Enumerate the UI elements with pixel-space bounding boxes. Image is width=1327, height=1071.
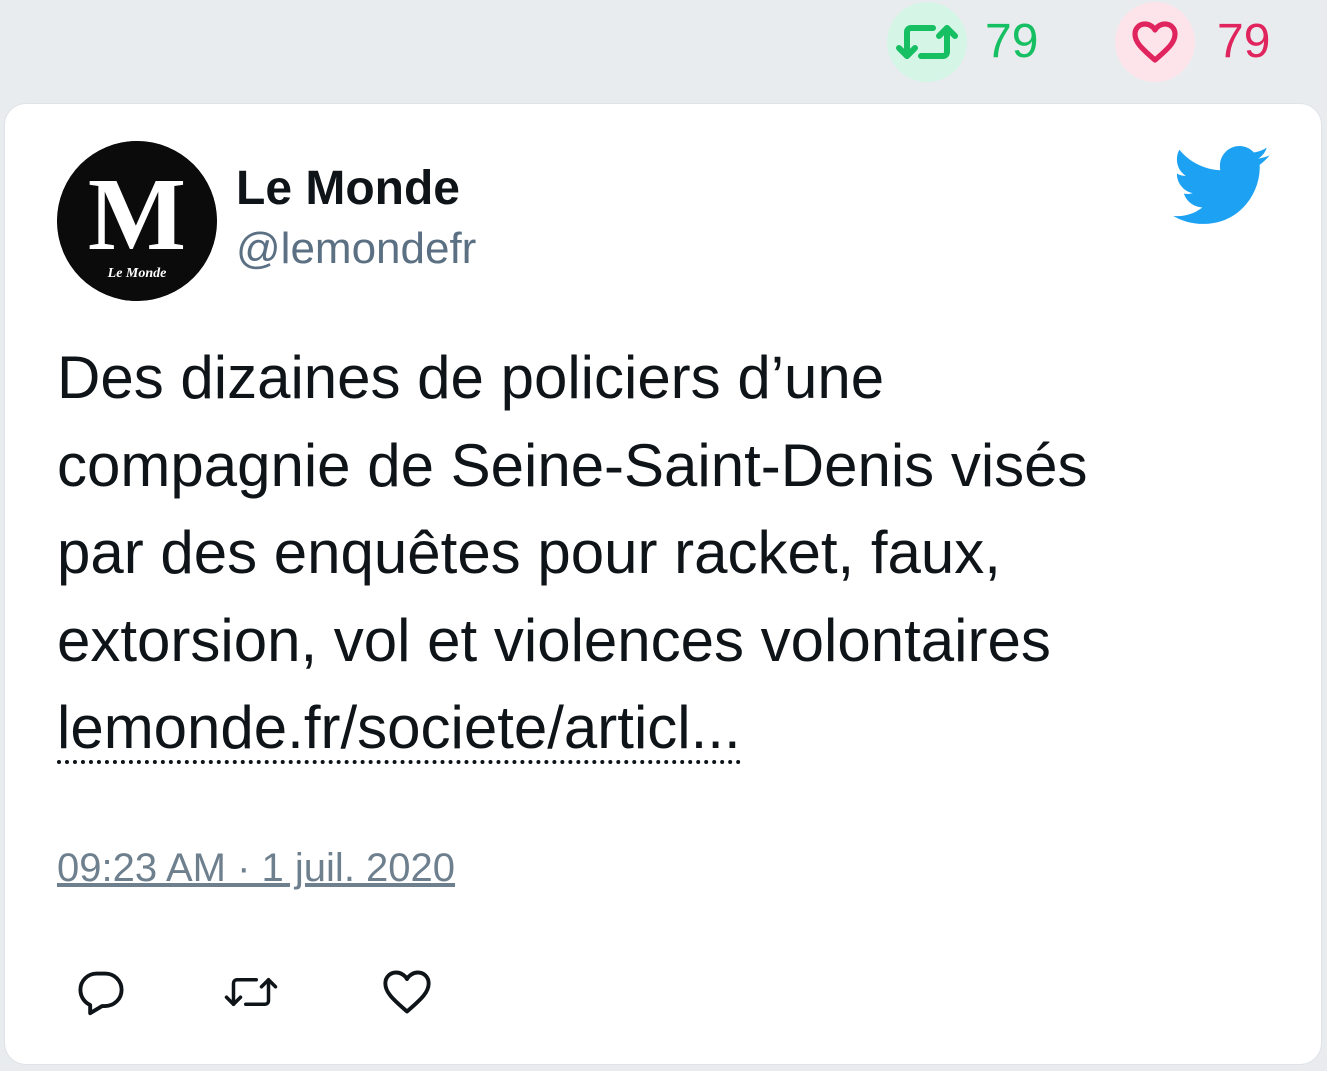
stats-bar: 79 79 <box>0 0 1327 100</box>
tweet-text-line: extorsion, vol et violences volontaires <box>57 606 1051 674</box>
article-link[interactable]: lemonde.fr/societe/articl... <box>57 698 741 764</box>
svg-text:Le Monde: Le Monde <box>107 266 167 281</box>
retweet-icon[interactable] <box>887 2 967 82</box>
author-handle[interactable]: @lemondefr <box>236 224 476 274</box>
heart-icon[interactable] <box>1115 2 1195 82</box>
tweet-text-line: par des enquêtes pour racket, faux, <box>57 519 1001 586</box>
svg-text:M: M <box>88 157 186 272</box>
twitter-bird-icon[interactable] <box>1172 146 1272 228</box>
tweet-card: M Le Monde Le Monde @lemondefr Des dizai… <box>4 103 1322 1065</box>
author-name[interactable]: Le Monde <box>236 161 460 216</box>
timestamp[interactable]: 09:23 AM · 1 juil. 2020 <box>57 846 455 891</box>
retweet-icon[interactable] <box>223 964 279 1020</box>
retweet-count: 79 <box>985 15 1039 68</box>
heart-icon[interactable] <box>379 964 435 1020</box>
like-stat[interactable]: 79 <box>1115 2 1270 82</box>
retweet-stat[interactable]: 79 <box>887 2 1038 82</box>
like-count: 79 <box>1217 15 1271 68</box>
tweet-text: Des dizaines de policiers d’une compagni… <box>57 334 1267 772</box>
reply-icon[interactable] <box>73 964 129 1020</box>
tweet-text-line: compagnie de Seine-Saint-Denis visés <box>57 431 1088 499</box>
avatar[interactable]: M Le Monde <box>57 141 217 301</box>
tweet-text-line: Des dizaines de policiers d’une <box>57 344 885 411</box>
